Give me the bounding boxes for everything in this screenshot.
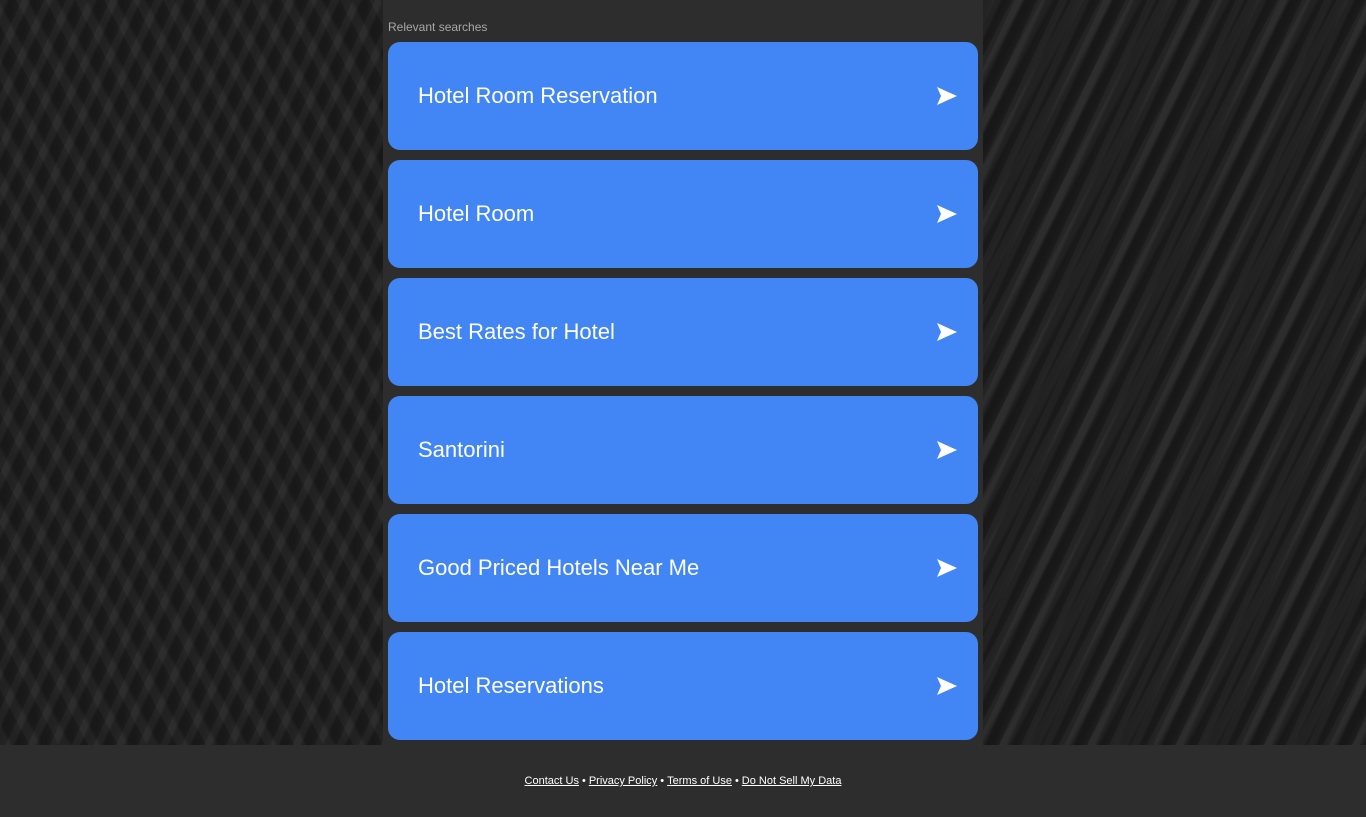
do-not-sell-link[interactable]: Do Not Sell My Data <box>742 775 842 787</box>
terms-of-use-link[interactable]: Terms of Use <box>667 775 732 787</box>
results-list: Hotel Room Reservation Hotel Room Best R… <box>388 42 978 750</box>
result-label: Good Priced Hotels Near Me <box>418 555 700 580</box>
result-button[interactable]: Hotel Room <box>388 160 978 268</box>
privacy-policy-link[interactable]: Privacy Policy <box>589 775 657 787</box>
result-button[interactable]: Best Rates for Hotel <box>388 278 978 386</box>
arrow-right-icon <box>937 677 957 695</box>
result-label: Santorini <box>418 437 505 462</box>
footer-separator: • <box>734 775 739 787</box>
search-results-panel: Relevant searches Hotel Room Reservation… <box>383 0 983 745</box>
footer-separator: • <box>581 775 586 787</box>
result-label: Hotel Room <box>418 201 535 226</box>
footer: Contact Us • Privacy Policy • Terms of Use • D… <box>0 745 1366 817</box>
result-label: Hotel Reservations <box>418 673 604 698</box>
arrow-right-icon <box>937 205 957 223</box>
arrow-right-icon <box>937 323 957 341</box>
result-button[interactable]: Good Priced Hotels Near Me <box>388 514 978 622</box>
footer-links: Contact Us • Privacy Policy • Terms of Use • D… <box>0 775 1366 788</box>
footer-separator: • <box>660 775 665 787</box>
arrow-right-icon <box>937 441 957 459</box>
background-left <box>0 0 383 745</box>
section-label: Relevant searches <box>388 20 488 34</box>
arrow-right-icon <box>937 87 957 105</box>
result-label: Best Rates for Hotel <box>418 319 615 344</box>
result-button[interactable]: Santorini <box>388 396 978 504</box>
result-button[interactable]: Hotel Room Reservation <box>388 42 978 150</box>
arrow-right-icon <box>937 559 957 577</box>
background-right <box>983 0 1366 745</box>
result-button[interactable]: Hotel Reservations <box>388 632 978 740</box>
contact-us-link[interactable]: Contact Us <box>525 775 579 787</box>
result-label: Hotel Room Reservation <box>418 83 658 108</box>
